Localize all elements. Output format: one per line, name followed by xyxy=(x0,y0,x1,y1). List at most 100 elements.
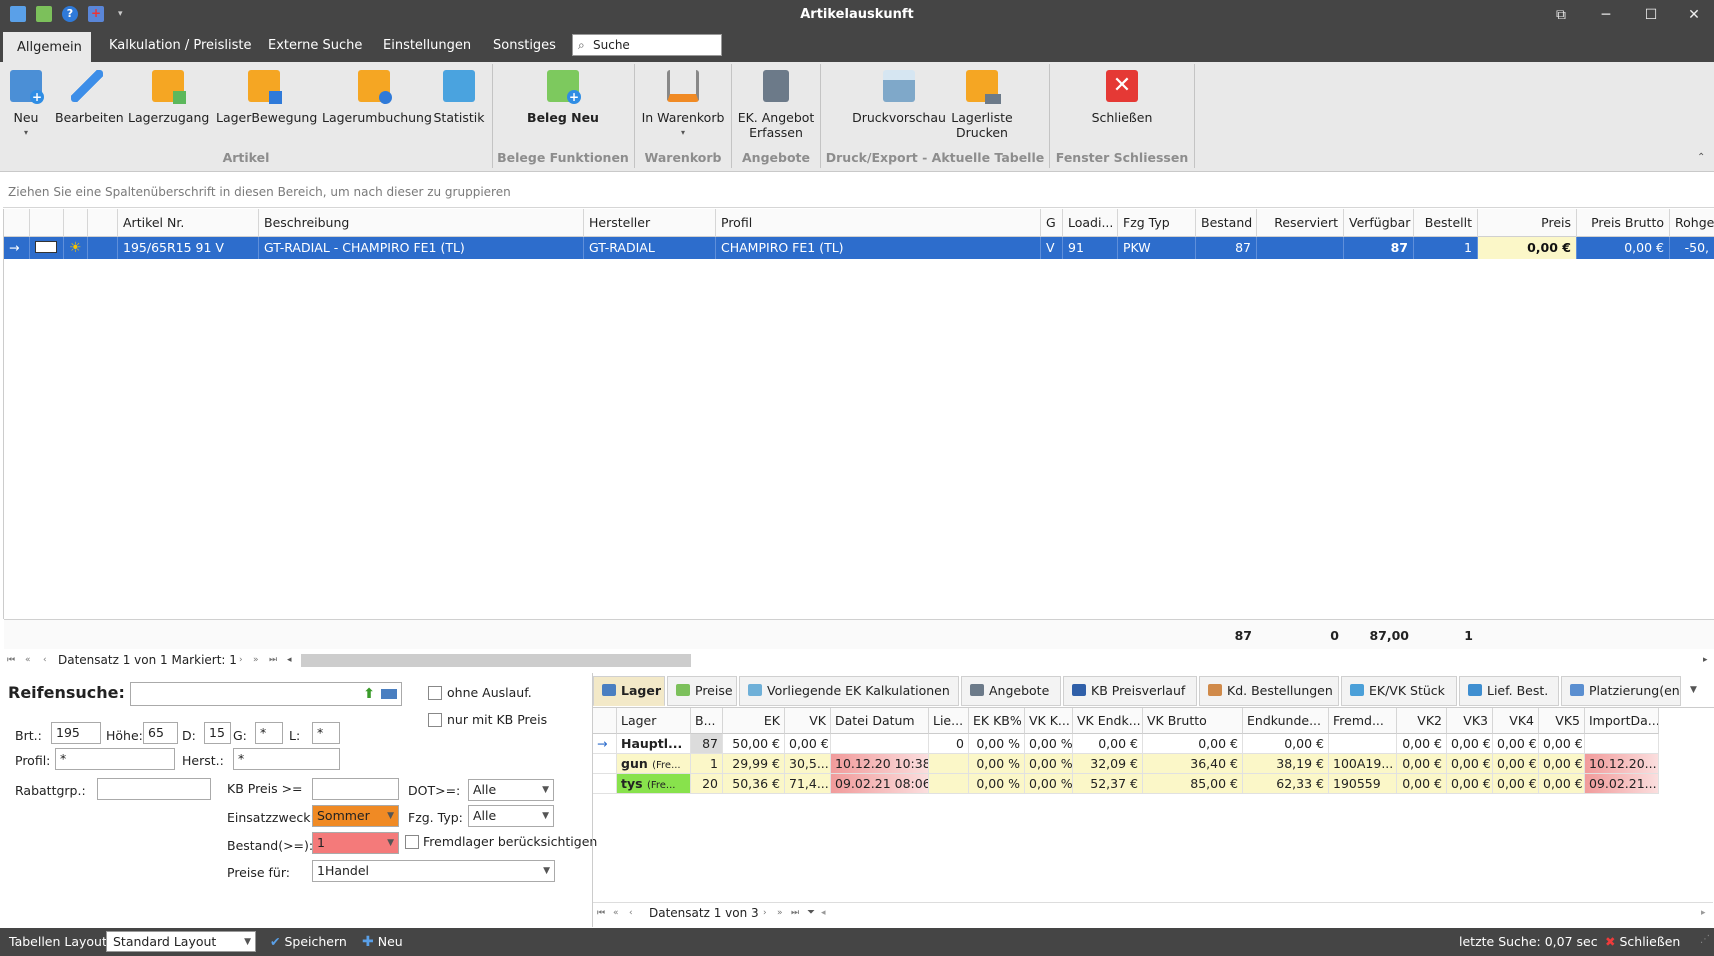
col-fzg-typ[interactable]: Fzg Typ xyxy=(1118,209,1196,237)
resize-grip-icon[interactable]: ⋰ xyxy=(1700,934,1710,945)
ohne-auslauf-checkbox[interactable] xyxy=(428,686,442,700)
preise-fuer-select[interactable]: 1Handel ▼ xyxy=(312,860,555,882)
d-input[interactable]: 15 xyxy=(204,722,231,744)
cell-vk-k[interactable]: 0,00 % xyxy=(1025,754,1073,774)
cell-profil[interactable]: CHAMPIRO FE1 (TL) xyxy=(716,237,1041,259)
nav-last-icon[interactable]: ⏭ xyxy=(791,903,799,923)
tab-kalkulation[interactable]: Kalkulation / Preisliste xyxy=(95,30,266,62)
neu-layout-button[interactable]: ✚ Neu xyxy=(362,934,403,950)
einsatzzweck-select[interactable]: Sommer ▼ xyxy=(312,805,399,827)
bearbeiten-button[interactable]: Bearbeiten xyxy=(55,66,124,125)
filter-icon[interactable]: ⏷ xyxy=(807,903,815,923)
cell-lager[interactable]: Hauptl... xyxy=(617,734,691,754)
nav-prev-page-icon[interactable]: « xyxy=(25,651,31,669)
druckvorschau-button[interactable]: Druckvorschau xyxy=(852,66,946,125)
col-rohgewinn[interactable]: Rohgew xyxy=(1670,209,1714,237)
cell-lie[interactable] xyxy=(929,754,969,774)
tab-kd-bestellungen[interactable]: Kd. Bestellungen xyxy=(1199,676,1339,706)
nav-next-page-icon[interactable]: » xyxy=(253,651,259,669)
cell-preis-brutto[interactable]: 0,00 € xyxy=(1577,237,1670,259)
minimize-icon[interactable]: ─ xyxy=(1586,3,1626,27)
cell-bestellt[interactable]: 1 xyxy=(1414,237,1478,259)
cell-rohgewinn[interactable]: -50, xyxy=(1670,237,1714,259)
lagerzugang-button[interactable]: Lagerzugang xyxy=(128,66,209,125)
col-reserviert[interactable]: Reserviert xyxy=(1257,209,1344,237)
nav-prev-icon[interactable]: ‹ xyxy=(43,651,47,669)
tab-ek-vk-stueck[interactable]: EK/VK Stück xyxy=(1341,676,1457,706)
cell-bestand[interactable]: 20 xyxy=(691,774,723,794)
brt-input[interactable]: 195 xyxy=(51,722,101,744)
cell-loadindex[interactable]: 91 xyxy=(1063,237,1118,259)
sub-col-vk5[interactable]: VK5 xyxy=(1539,708,1585,734)
cell-vk[interactable]: 0,00 € xyxy=(785,734,831,754)
table-row[interactable]: → Hauptl... 87 50,00 € 0,00 € 0 0,00 % 0… xyxy=(593,734,1659,754)
sub-col-datei-datum[interactable]: Datei Datum xyxy=(831,708,929,734)
cell-ek-kb[interactable]: 0,00 % xyxy=(969,754,1025,774)
cell-vk3[interactable]: 0,00 € xyxy=(1447,734,1493,754)
col-preis[interactable]: Preis xyxy=(1478,209,1577,237)
collapse-ribbon-icon[interactable]: ⌃ xyxy=(1697,152,1705,163)
restore-layout-icon[interactable]: ⧉ xyxy=(1541,3,1581,27)
cell-endkunde[interactable]: 62,33 € xyxy=(1243,774,1329,794)
nav-last-icon[interactable]: ⏭ xyxy=(269,651,277,669)
nav-first-icon[interactable]: ⏮ xyxy=(597,903,605,923)
scroll-left-icon[interactable]: ◂ xyxy=(821,903,826,923)
cell-verfuegbar[interactable]: 87 xyxy=(1344,237,1414,259)
nur-kb-preis-checkbox[interactable] xyxy=(428,713,442,727)
col-g[interactable]: G xyxy=(1041,209,1063,237)
sub-col-vk-brutto[interactable]: VK Brutto xyxy=(1143,708,1243,734)
lagerliste-drucken-button[interactable]: Lagerliste Drucken xyxy=(948,66,1016,140)
tab-angebote[interactable]: Angebote xyxy=(961,676,1061,706)
cell-bestand[interactable]: 87 xyxy=(1196,237,1257,259)
scroll-right-icon[interactable]: ▸ xyxy=(1703,651,1708,669)
sub-col-lager[interactable]: Lager xyxy=(617,708,691,734)
col-preis-brutto[interactable]: Preis Brutto xyxy=(1577,209,1670,237)
table-row[interactable]: tys (Fre... 20 50,36 € 71,4... 09.02.21 … xyxy=(593,774,1659,794)
schliessen-status-button[interactable]: ✖ Schließen xyxy=(1605,934,1680,949)
cell-vk3[interactable]: 0,00 € xyxy=(1447,774,1493,794)
cell-vk2[interactable]: 0,00 € xyxy=(1397,774,1447,794)
search-stock-icon[interactable] xyxy=(381,689,397,699)
lagerumbuchung-button[interactable]: Lagerumbuchung xyxy=(322,66,432,125)
cell-fremd[interactable]: 100A19... xyxy=(1329,754,1397,774)
col-beschreibung[interactable]: Beschreibung xyxy=(259,209,584,237)
cell-preis[interactable]: 0,00 € xyxy=(1478,237,1577,259)
cell-vk4[interactable]: 0,00 € xyxy=(1493,774,1539,794)
g-input[interactable]: * xyxy=(255,722,283,744)
cell-vk-endk[interactable]: 32,09 € xyxy=(1073,754,1143,774)
cell-vk-brutto[interactable]: 85,00 € xyxy=(1143,774,1243,794)
fremdlager-checkbox[interactable] xyxy=(405,835,419,849)
cell-bestand[interactable]: 87 xyxy=(691,734,723,754)
cell-endkunde[interactable]: 0,00 € xyxy=(1243,734,1329,754)
in-warenkorb-button[interactable]: In Warenkorb ▾ xyxy=(640,66,726,140)
cell-vk[interactable]: 30,5... xyxy=(785,754,831,774)
cell-g[interactable]: V xyxy=(1041,237,1063,259)
col-profil[interactable]: Profil xyxy=(716,209,1041,237)
nav-next-page-icon[interactable]: » xyxy=(777,903,783,923)
cell-vk-brutto[interactable]: 36,40 € xyxy=(1143,754,1243,774)
statistik-button[interactable]: Statistik xyxy=(432,66,486,125)
l-input[interactable]: * xyxy=(312,722,340,744)
maximize-icon[interactable]: ☐ xyxy=(1631,3,1671,27)
sub-col-vk3[interactable]: VK3 xyxy=(1447,708,1493,734)
cell-importdatum[interactable]: 09.02.21... xyxy=(1585,774,1659,794)
profil-input[interactable]: * xyxy=(55,748,175,770)
sub-col-ek[interactable]: EK xyxy=(723,708,785,734)
col-verfuegbar[interactable]: Verfügbar xyxy=(1344,209,1414,237)
cell-vk5[interactable]: 0,00 € xyxy=(1539,734,1585,754)
cell-ek[interactable]: 50,36 € xyxy=(723,774,785,794)
cell-bestand[interactable]: 1 xyxy=(691,754,723,774)
col-artikel-nr[interactable]: Artikel Nr. xyxy=(118,209,259,237)
cell-vk-k[interactable]: 0,00 % xyxy=(1025,774,1073,794)
cell-fzg-typ[interactable]: PKW xyxy=(1118,237,1196,259)
sub-col-lie[interactable]: Lie... xyxy=(929,708,969,734)
cell-vk5[interactable]: 0,00 € xyxy=(1539,754,1585,774)
nav-first-icon[interactable]: ⏮ xyxy=(7,651,15,669)
tab-kb-preisverlauf[interactable]: KB Preisverlauf xyxy=(1063,676,1197,706)
cell-datei-datum[interactable]: 09.02.21 08:06 xyxy=(831,774,929,794)
scroll-right-icon[interactable]: ▸ xyxy=(1701,903,1706,923)
tab-allgemein[interactable]: Allgemein xyxy=(3,30,91,62)
tab-ek-kalkulationen[interactable]: Vorliegende EK Kalkulationen xyxy=(739,676,959,706)
tire-search-input[interactable]: ⬆ xyxy=(130,682,402,706)
cell-vk-endk[interactable]: 0,00 € xyxy=(1073,734,1143,754)
